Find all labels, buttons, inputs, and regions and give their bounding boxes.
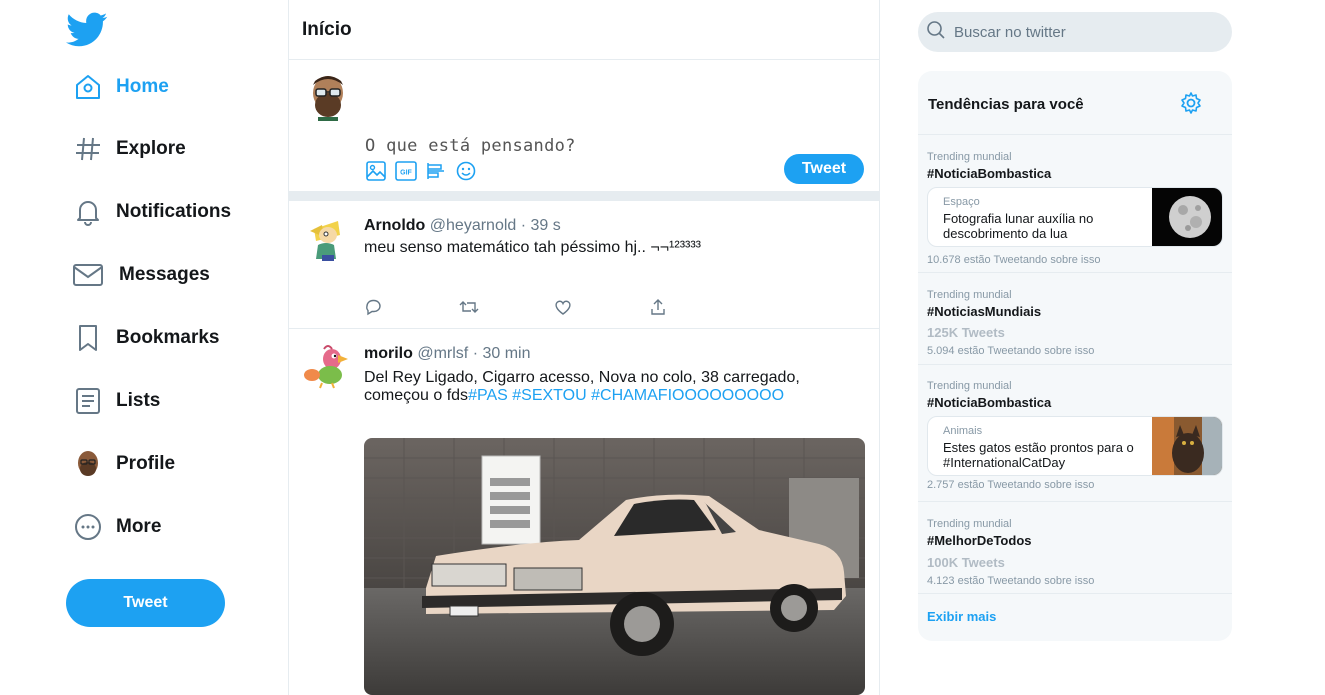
tweet-actions bbox=[364, 297, 744, 317]
nav-notifications-label: Notifications bbox=[116, 201, 232, 222]
tweet-author-name[interactable]: Arnoldo bbox=[364, 217, 425, 234]
nav-lists-label: Lists bbox=[116, 390, 161, 411]
list-icon bbox=[72, 385, 104, 417]
nav-bookmarks-label: Bookmarks bbox=[116, 327, 220, 348]
trend-tweeting-count: 10.678 estão Tweetando sobre isso bbox=[927, 254, 1101, 266]
trend-name[interactable]: #NoticiasMundiais bbox=[927, 304, 1041, 319]
trend-name[interactable]: #NoticiaBombastica bbox=[927, 166, 1051, 181]
hashtag-link[interactable]: #SEXTOU bbox=[512, 387, 586, 404]
nav-more[interactable]: More bbox=[72, 507, 161, 547]
news-headline: Fotografia lunar auxília no descobriment… bbox=[943, 211, 1094, 241]
more-icon bbox=[72, 511, 104, 543]
nav-home-label: Home bbox=[116, 76, 169, 97]
bookmark-icon bbox=[72, 322, 104, 354]
trend-context: Trending mundial bbox=[927, 289, 1012, 301]
nav-explore[interactable]: Explore bbox=[72, 129, 186, 169]
search-icon bbox=[926, 20, 946, 45]
nav-notifications[interactable]: Notifications bbox=[72, 192, 231, 232]
left-sidebar: Home Explore Notifications Messages Book… bbox=[0, 0, 288, 695]
trend-context: Trending mundial bbox=[927, 518, 1012, 530]
trend-item[interactable]: Trending mundial #NoticiaBombastica Espa… bbox=[918, 136, 1232, 273]
trend-news-card[interactable]: Espaço Fotografia lunar auxília no desco… bbox=[927, 187, 1223, 247]
tweet-text: Del Rey Ligado, Cigarro acesso, Nova no … bbox=[364, 369, 834, 405]
tweet-separator: · bbox=[520, 217, 527, 234]
compose-tweet-button[interactable]: Tweet bbox=[784, 154, 864, 184]
retweet-icon[interactable] bbox=[459, 297, 554, 317]
trend-context: Trending mundial bbox=[927, 151, 1012, 163]
bell-icon bbox=[72, 196, 104, 228]
like-icon[interactable] bbox=[554, 297, 649, 317]
gif-icon[interactable]: GIF bbox=[395, 160, 417, 182]
tweet-separator: · bbox=[472, 345, 479, 362]
cat-thumbnail bbox=[1152, 417, 1222, 475]
trend-tweeting-count: 4.123 estão Tweetando sobre isso bbox=[927, 575, 1095, 587]
trend-name[interactable]: #MelhorDeTodos bbox=[927, 533, 1032, 548]
tweet-media-image[interactable] bbox=[364, 438, 865, 695]
nav-profile-label: Profile bbox=[116, 453, 176, 474]
trend-tweeting-count: 5.094 estão Tweetando sobre isso bbox=[927, 345, 1095, 357]
trend-item[interactable]: Trending mundial #MelhorDeTodos 100K Twe… bbox=[918, 502, 1232, 594]
tweet-timestamp[interactable]: 39 s bbox=[531, 217, 561, 234]
tweet-author-name[interactable]: morilo bbox=[364, 345, 413, 362]
trend-news-card[interactable]: Animais Estes gatos estão prontos para o… bbox=[927, 416, 1223, 476]
envelope-icon bbox=[72, 259, 104, 291]
page-title: Início bbox=[302, 18, 352, 40]
hashtag-icon bbox=[72, 133, 104, 165]
tweet-author-handle[interactable]: @mrlsf bbox=[417, 345, 468, 362]
composer-toolbar: GIF bbox=[365, 160, 477, 182]
trends-title: Tendências para você bbox=[928, 96, 1084, 113]
nav-profile[interactable]: Profile bbox=[72, 444, 175, 484]
avatar-icon bbox=[72, 448, 104, 480]
trend-item[interactable]: Trending mundial #NoticiasMundiais 125K … bbox=[918, 273, 1232, 365]
emoji-icon[interactable] bbox=[455, 160, 477, 182]
moon-thumbnail bbox=[1152, 188, 1222, 246]
trend-context: Trending mundial bbox=[927, 380, 1012, 392]
composer-divider bbox=[289, 191, 879, 201]
timeline-header: Início bbox=[289, 0, 879, 60]
hashtag-link[interactable]: #CHAMAFIOOOOOOOOO bbox=[591, 387, 784, 404]
image-icon[interactable] bbox=[365, 160, 387, 182]
search-bar[interactable] bbox=[918, 12, 1232, 52]
nav-explore-label: Explore bbox=[116, 138, 186, 159]
hashtag-link[interactable]: #PAS bbox=[468, 387, 508, 404]
trend-tweet-count: 100K Tweets bbox=[927, 555, 1005, 570]
tweet-header: Arnoldo @heyarnold · 39 s bbox=[364, 217, 561, 235]
news-category: Animais bbox=[943, 425, 983, 437]
nav-lists[interactable]: Lists bbox=[72, 381, 160, 421]
trends-panel: Tendências para você Trending mundial #N… bbox=[918, 71, 1232, 641]
composer-avatar bbox=[304, 73, 352, 121]
home-icon bbox=[72, 71, 104, 103]
main-timeline: Início O que está pensando? GIF Tweet Ar… bbox=[288, 0, 880, 695]
compose-input[interactable]: O que está pensando? bbox=[365, 136, 576, 156]
tweet-avatar[interactable] bbox=[302, 341, 350, 389]
trend-item[interactable]: Trending mundial #NoticiaBombastica Anim… bbox=[918, 365, 1232, 502]
sidebar-tweet-button[interactable]: Tweet bbox=[66, 579, 225, 627]
tweet-author-handle[interactable]: @heyarnold bbox=[430, 217, 517, 234]
search-input[interactable] bbox=[954, 23, 1214, 41]
news-category: Espaço bbox=[943, 196, 980, 208]
show-more-link[interactable]: Exibir mais bbox=[927, 609, 996, 624]
nav-messages-label: Messages bbox=[119, 264, 210, 285]
twitter-logo-icon[interactable] bbox=[66, 12, 108, 48]
news-headline: Estes gatos estão prontos para o #Intern… bbox=[943, 440, 1134, 470]
gear-icon[interactable] bbox=[1179, 91, 1203, 115]
trend-name[interactable]: #NoticiaBombastica bbox=[927, 395, 1051, 410]
nav-home[interactable]: Home bbox=[72, 67, 169, 107]
trends-header: Tendências para você bbox=[918, 71, 1232, 135]
nav-messages[interactable]: Messages bbox=[72, 255, 210, 295]
reply-icon[interactable] bbox=[364, 297, 459, 317]
nav-more-label: More bbox=[116, 516, 162, 537]
trend-tweet-count: 125K Tweets bbox=[927, 325, 1005, 340]
nav-bookmarks[interactable]: Bookmarks bbox=[72, 318, 220, 358]
tweet-header: morilo @mrlsf · 30 min bbox=[364, 345, 531, 363]
share-icon[interactable] bbox=[649, 297, 744, 317]
tweet-text: meu senso matemático tah péssimo hj.. ¬¬… bbox=[364, 239, 702, 256]
trend-tweeting-count: 2.757 estão Tweetando sobre isso bbox=[927, 479, 1095, 491]
tweet-avatar[interactable] bbox=[302, 215, 350, 263]
tweet-item[interactable]: Arnoldo @heyarnold · 39 s meu senso mate… bbox=[289, 201, 879, 329]
poll-icon[interactable] bbox=[425, 160, 447, 182]
tweet-timestamp[interactable]: 30 min bbox=[482, 345, 530, 362]
svg-text:GIF: GIF bbox=[400, 170, 412, 177]
